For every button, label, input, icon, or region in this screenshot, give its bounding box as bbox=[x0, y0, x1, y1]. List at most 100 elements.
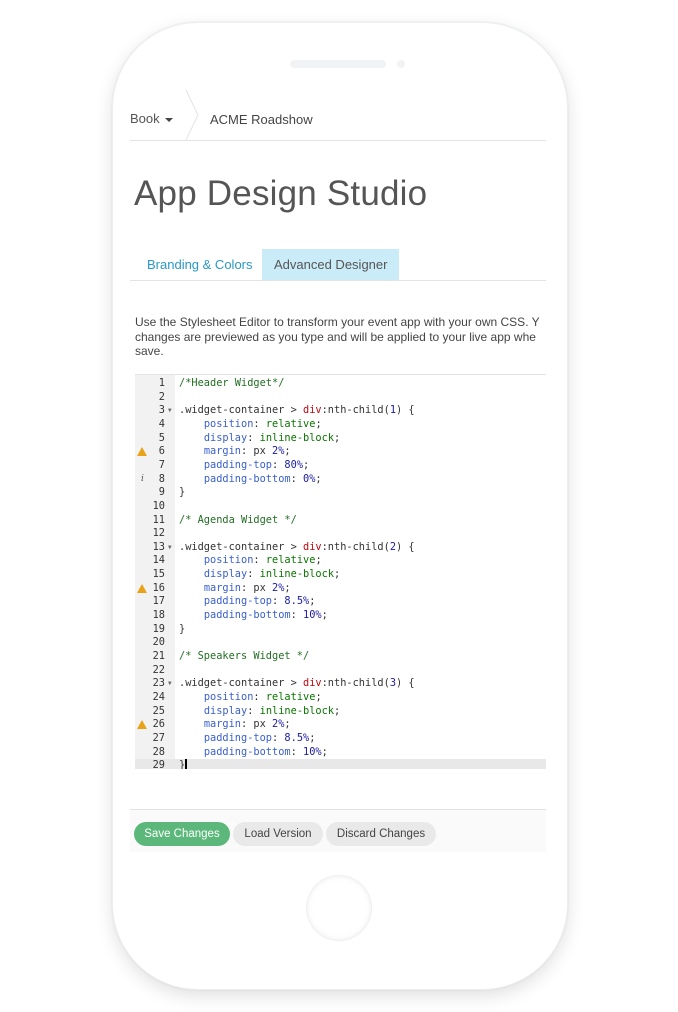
line-number: 13 bbox=[152, 540, 165, 553]
code-line[interactable]: 14 position: relative; bbox=[135, 554, 546, 568]
line-number: 24 bbox=[152, 690, 165, 703]
discard-changes-button[interactable]: Discard Changes bbox=[326, 822, 436, 846]
description-line: save. bbox=[135, 344, 164, 358]
line-number: 20 bbox=[152, 636, 165, 649]
code-line[interactable]: 4 position: relative; bbox=[135, 418, 546, 432]
description-line: Use the Stylesheet Editor to transform y… bbox=[135, 315, 540, 329]
line-number: 4 bbox=[158, 417, 165, 430]
line-number: 18 bbox=[152, 609, 165, 622]
line-number: 8 bbox=[158, 472, 165, 485]
line-number: 7 bbox=[158, 458, 165, 471]
code-line[interactable]: 26 margin: px 2%; bbox=[135, 718, 546, 732]
action-bar: Save Changes Load Version Discard Change… bbox=[130, 809, 546, 852]
save-changes-button[interactable]: Save Changes bbox=[134, 822, 230, 846]
code-line[interactable]: 1 /*Header Widget*/ bbox=[135, 377, 546, 391]
code-text[interactable]: position: relative; bbox=[179, 554, 322, 568]
code-line[interactable]: 27 padding-top: 8.5%; bbox=[135, 732, 546, 746]
code-text[interactable]: } bbox=[179, 759, 187, 769]
line-number: 29 bbox=[152, 759, 165, 769]
code-text[interactable]: /* Agenda Widget */ bbox=[179, 514, 297, 528]
code-line[interactable]: 17 padding-top: 8.5%; bbox=[135, 595, 546, 609]
fold-arrow-icon[interactable]: ▼ bbox=[168, 677, 172, 691]
line-number: 26 bbox=[152, 718, 165, 731]
code-line[interactable]: 23 ▼ .widget-container > div:nth-child(3) … bbox=[135, 677, 546, 691]
code-line[interactable]: 6 margin: px 2%; bbox=[135, 445, 546, 459]
code-line[interactable]: 11 /* Agenda Widget */ bbox=[135, 514, 546, 528]
tab-bar: Branding & Colors Advanced Designer bbox=[130, 249, 546, 281]
code-text[interactable]: padding-top: 8.5%; bbox=[179, 595, 316, 609]
code-line[interactable]: 7 padding-top: 80%; bbox=[135, 459, 546, 473]
code-line[interactable]: 16 margin: px 2%; bbox=[135, 582, 546, 596]
tab-branding-colors[interactable]: Branding & Colors bbox=[135, 249, 265, 280]
code-text[interactable]: padding-top: 8.5%; bbox=[179, 732, 316, 746]
code-text[interactable]: position: relative; bbox=[179, 418, 322, 432]
code-line[interactable]: 29} bbox=[135, 759, 546, 769]
code-line[interactable]: 21 /* Speakers Widget */ bbox=[135, 650, 546, 664]
line-number: 9 bbox=[158, 486, 165, 499]
code-line[interactable]: 2 bbox=[135, 391, 546, 405]
code-text[interactable]: position: relative; bbox=[179, 691, 322, 705]
code-line[interactable]: 20 bbox=[135, 636, 546, 650]
code-text[interactable]: display: inline-block; bbox=[179, 705, 340, 719]
code-text[interactable]: .widget-container > div:nth-child(3) { bbox=[179, 677, 415, 691]
line-number: 28 bbox=[152, 745, 165, 758]
line-number: 22 bbox=[152, 663, 165, 676]
code-text[interactable]: padding-bottom: 10%; bbox=[179, 609, 328, 623]
code-text[interactable]: .widget-container > div:nth-child(2) { bbox=[179, 541, 415, 555]
load-version-button[interactable]: Load Version bbox=[233, 822, 323, 846]
fold-arrow-icon[interactable]: ▼ bbox=[168, 404, 172, 418]
code-line[interactable]: 10 bbox=[135, 500, 546, 514]
code-text[interactable]: padding-bottom: 10%; bbox=[179, 746, 328, 760]
phone-home-button bbox=[306, 875, 372, 941]
breadcrumb-book[interactable]: Book bbox=[130, 111, 160, 126]
code-text[interactable]: margin: px 2%; bbox=[179, 582, 291, 596]
stylesheet-editor[interactable]: 1/*Header Widget*/2 3 ▼ .widget-container >… bbox=[135, 374, 546, 769]
code-text[interactable]: /* Speakers Widget */ bbox=[179, 650, 309, 664]
text-cursor bbox=[185, 759, 187, 769]
code-line[interactable]: 15 display: inline-block; bbox=[135, 568, 546, 582]
code-line[interactable]: i8 padding-bottom: 0%; bbox=[135, 473, 546, 487]
code-line[interactable]: 3 ▼ .widget-container > div:nth-child(1) { bbox=[135, 404, 546, 418]
tab-advanced-designer[interactable]: Advanced Designer bbox=[262, 249, 400, 280]
code-line[interactable]: 18 padding-bottom: 10%; bbox=[135, 609, 546, 623]
code-line[interactable]: 28 padding-bottom: 10%; bbox=[135, 746, 546, 760]
code-line[interactable]: 25 display: inline-block; bbox=[135, 705, 546, 719]
code-text[interactable]: display: inline-block; bbox=[179, 432, 340, 446]
code-line[interactable]: 19} bbox=[135, 623, 546, 637]
line-number: 6 bbox=[158, 445, 165, 458]
code-text[interactable]: margin: px 2%; bbox=[179, 445, 291, 459]
editor-description: Use the Stylesheet Editor to transform y… bbox=[135, 315, 546, 359]
code-text[interactable]: } bbox=[179, 623, 185, 637]
line-number: 12 bbox=[152, 527, 165, 540]
code-line[interactable]: 22 bbox=[135, 664, 546, 678]
line-number: 21 bbox=[152, 650, 165, 662]
line-number: 17 bbox=[152, 595, 165, 608]
breadcrumb-separator-icon bbox=[185, 90, 199, 140]
line-number: 2 bbox=[158, 390, 165, 403]
code-text[interactable]: /*Header Widget*/ bbox=[179, 377, 284, 391]
breadcrumb-event[interactable]: ACME Roadshow bbox=[210, 112, 313, 127]
code-line[interactable]: 5 display: inline-block; bbox=[135, 432, 546, 446]
phone-camera bbox=[397, 60, 405, 68]
code-text[interactable]: padding-top: 80%; bbox=[179, 459, 309, 473]
code-line[interactable]: 24 position: relative; bbox=[135, 691, 546, 705]
page-title: App Design Studio bbox=[134, 174, 428, 213]
code-line[interactable]: 12 bbox=[135, 527, 546, 541]
line-number: 27 bbox=[152, 731, 165, 744]
code-line[interactable]: 9} bbox=[135, 486, 546, 500]
code-text[interactable]: margin: px 2%; bbox=[179, 718, 291, 732]
line-number: 19 bbox=[152, 622, 165, 635]
code-line[interactable]: 13 ▼ .widget-container > div:nth-child(2) … bbox=[135, 541, 546, 555]
app-screen: Book ACME Roadshow App Design Studio Bra… bbox=[130, 90, 546, 860]
code-text[interactable]: padding-bottom: 0%; bbox=[179, 473, 322, 487]
description-line: changes are previewed as you type and wi… bbox=[135, 329, 536, 344]
line-number: 25 bbox=[152, 704, 165, 717]
code-text[interactable]: } bbox=[179, 486, 185, 500]
line-number: 1 bbox=[158, 377, 165, 389]
line-number: 10 bbox=[152, 499, 165, 512]
code-text[interactable]: display: inline-block; bbox=[179, 568, 340, 582]
chevron-down-icon[interactable] bbox=[165, 118, 173, 122]
code-text[interactable]: .widget-container > div:nth-child(1) { bbox=[179, 404, 415, 418]
fold-arrow-icon[interactable]: ▼ bbox=[168, 541, 172, 555]
line-number: 3 bbox=[158, 404, 165, 417]
